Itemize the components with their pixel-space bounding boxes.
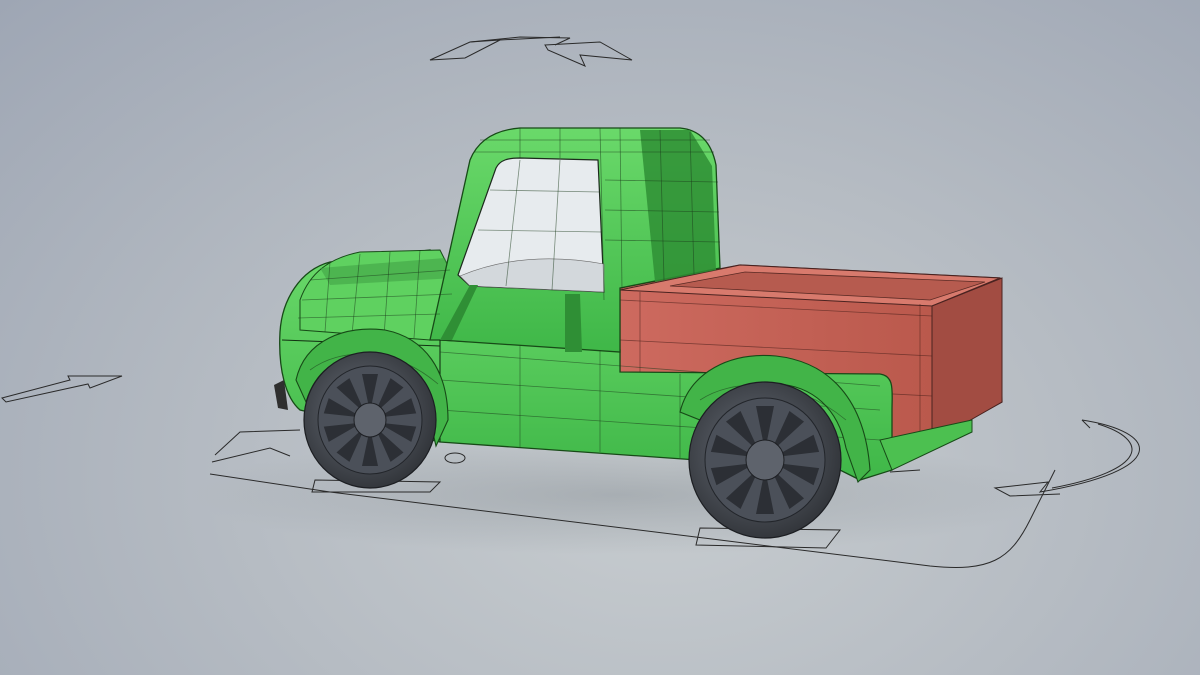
move-arrow-icon[interactable] [1, 375, 123, 403]
truck-scene [1, 36, 1140, 568]
rotate-arrow-icon[interactable] [429, 36, 633, 67]
rear-wheel[interactable] [688, 381, 842, 539]
3d-viewport[interactable] [0, 0, 1200, 675]
front-wheel[interactable] [303, 351, 437, 489]
